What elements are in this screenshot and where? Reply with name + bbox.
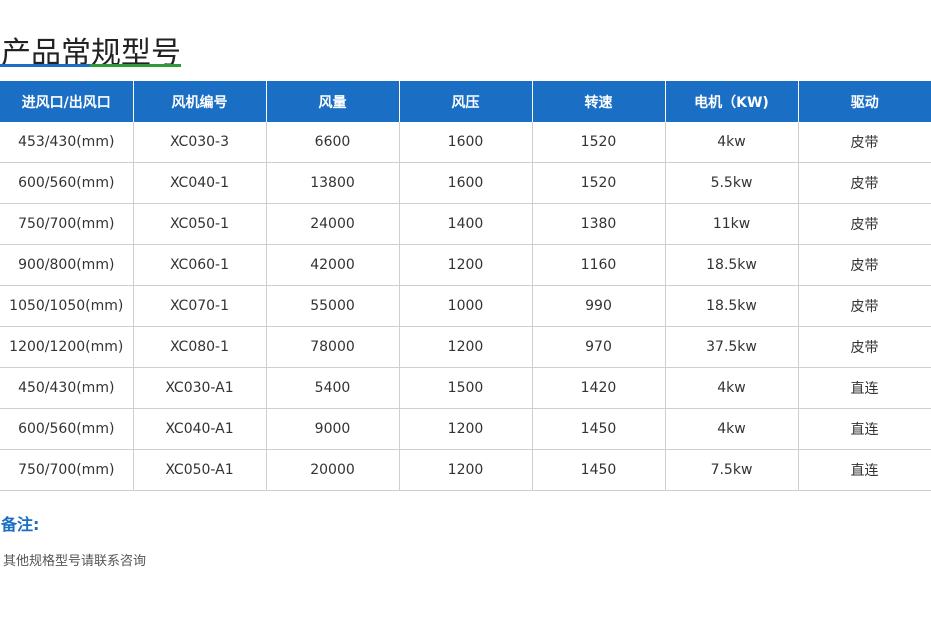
column-header-motor: 电机（KW): [665, 81, 799, 122]
table-row: 750/700(mm) XC050-1 24000 1400 1380 11kw…: [0, 203, 931, 245]
table-cell: 1000: [399, 285, 533, 327]
table-cell: 皮带: [798, 244, 931, 286]
column-header-air-volume: 风量: [266, 81, 400, 122]
title-underline-blue: [0, 64, 90, 67]
table-cell: 1200/1200(mm): [0, 326, 134, 368]
table-row: 1200/1200(mm) XC080-1 78000 1200 970 37.…: [0, 326, 931, 368]
table-cell: XC040-1: [133, 162, 267, 204]
table-cell: 900/800(mm): [0, 244, 134, 286]
table-cell: 1450: [532, 408, 666, 450]
column-header-drive: 驱动: [798, 81, 931, 122]
table-cell: 4kw: [665, 367, 799, 409]
table-cell: 1520: [532, 122, 666, 163]
table-cell: 13800: [266, 162, 400, 204]
table-cell: XC050-A1: [133, 449, 267, 491]
table-cell: 24000: [266, 203, 400, 245]
table-cell: 55000: [266, 285, 400, 327]
table-cell: 直连: [798, 367, 931, 409]
table-cell: 1420: [532, 367, 666, 409]
table-cell: 1500: [399, 367, 533, 409]
table-cell: 970: [532, 326, 666, 368]
table-cell: 1050/1050(mm): [0, 285, 134, 327]
table-cell: XC030-A1: [133, 367, 267, 409]
table-cell: 78000: [266, 326, 400, 368]
table-cell: 1380: [532, 203, 666, 245]
column-header-inlet-outlet: 进风口/出风口: [0, 81, 134, 122]
table-cell: 42000: [266, 244, 400, 286]
column-header-fan-number: 风机编号: [133, 81, 267, 122]
table-cell: XC070-1: [133, 285, 267, 327]
table-cell: 皮带: [798, 326, 931, 368]
table-cell: 11kw: [665, 203, 799, 245]
table-cell: 450/430(mm): [0, 367, 134, 409]
table-cell: XC080-1: [133, 326, 267, 368]
table-cell: 20000: [266, 449, 400, 491]
notes-label: 备注:: [1, 515, 40, 534]
table-row: 600/560(mm) XC040-A1 9000 1200 1450 4kw …: [0, 408, 931, 450]
table-cell: 1400: [399, 203, 533, 245]
table-cell: 990: [532, 285, 666, 327]
table-row: 450/430(mm) XC030-A1 5400 1500 1420 4kw …: [0, 367, 931, 409]
table-cell: 9000: [266, 408, 400, 450]
table-cell: 1520: [532, 162, 666, 204]
table-cell: XC050-1: [133, 203, 267, 245]
table-cell: 1450: [532, 449, 666, 491]
table-cell: 750/700(mm): [0, 449, 134, 491]
table-cell: 直连: [798, 408, 931, 450]
page-title: 产品常规型号: [1, 36, 181, 72]
table-cell: 皮带: [798, 203, 931, 245]
table-cell: 18.5kw: [665, 244, 799, 286]
table-row: 600/560(mm) XC040-1 13800 1600 1520 5.5k…: [0, 162, 931, 204]
table-cell: 5.5kw: [665, 162, 799, 204]
table-cell: 37.5kw: [665, 326, 799, 368]
table-cell: 1600: [399, 122, 533, 163]
spec-table: 进风口/出风口 风机编号 风量 风压 转速 电机（KW) 驱动 453/430(…: [0, 81, 931, 491]
table-cell: XC030-3: [133, 122, 267, 163]
table-row: 453/430(mm) XC030-3 6600 1600 1520 4kw 皮…: [0, 122, 931, 163]
table-cell: 皮带: [798, 122, 931, 163]
table-cell: XC060-1: [133, 244, 267, 286]
table-cell: 1200: [399, 408, 533, 450]
table-cell: 4kw: [665, 408, 799, 450]
table-cell: 1200: [399, 449, 533, 491]
column-header-air-pressure: 风压: [399, 81, 533, 122]
table-cell: 直连: [798, 449, 931, 491]
title-underline: [0, 64, 181, 67]
table-cell: XC040-A1: [133, 408, 267, 450]
table-cell: 1200: [399, 244, 533, 286]
table-cell: 750/700(mm): [0, 203, 134, 245]
column-header-speed: 转速: [532, 81, 666, 122]
table-cell: 6600: [266, 122, 400, 163]
title-underline-green: [90, 64, 181, 67]
table-row: 750/700(mm) XC050-A1 20000 1200 1450 7.5…: [0, 449, 931, 491]
table-cell: 600/560(mm): [0, 408, 134, 450]
table-cell: 7.5kw: [665, 449, 799, 491]
table-cell: 1200: [399, 326, 533, 368]
table-cell: 1160: [532, 244, 666, 286]
table-row: 900/800(mm) XC060-1 42000 1200 1160 18.5…: [0, 244, 931, 286]
table-row: 1050/1050(mm) XC070-1 55000 1000 990 18.…: [0, 285, 931, 327]
table-cell: 5400: [266, 367, 400, 409]
table-cell: 600/560(mm): [0, 162, 134, 204]
table-header-row: 进风口/出风口 风机编号 风量 风压 转速 电机（KW) 驱动: [0, 81, 931, 122]
table-cell: 4kw: [665, 122, 799, 163]
table-cell: 皮带: [798, 162, 931, 204]
table-cell: 453/430(mm): [0, 122, 134, 163]
table-cell: 18.5kw: [665, 285, 799, 327]
notes-text: 其他规格型号请联系咨询: [3, 554, 147, 569]
table-cell: 皮带: [798, 285, 931, 327]
table-cell: 1600: [399, 162, 533, 204]
